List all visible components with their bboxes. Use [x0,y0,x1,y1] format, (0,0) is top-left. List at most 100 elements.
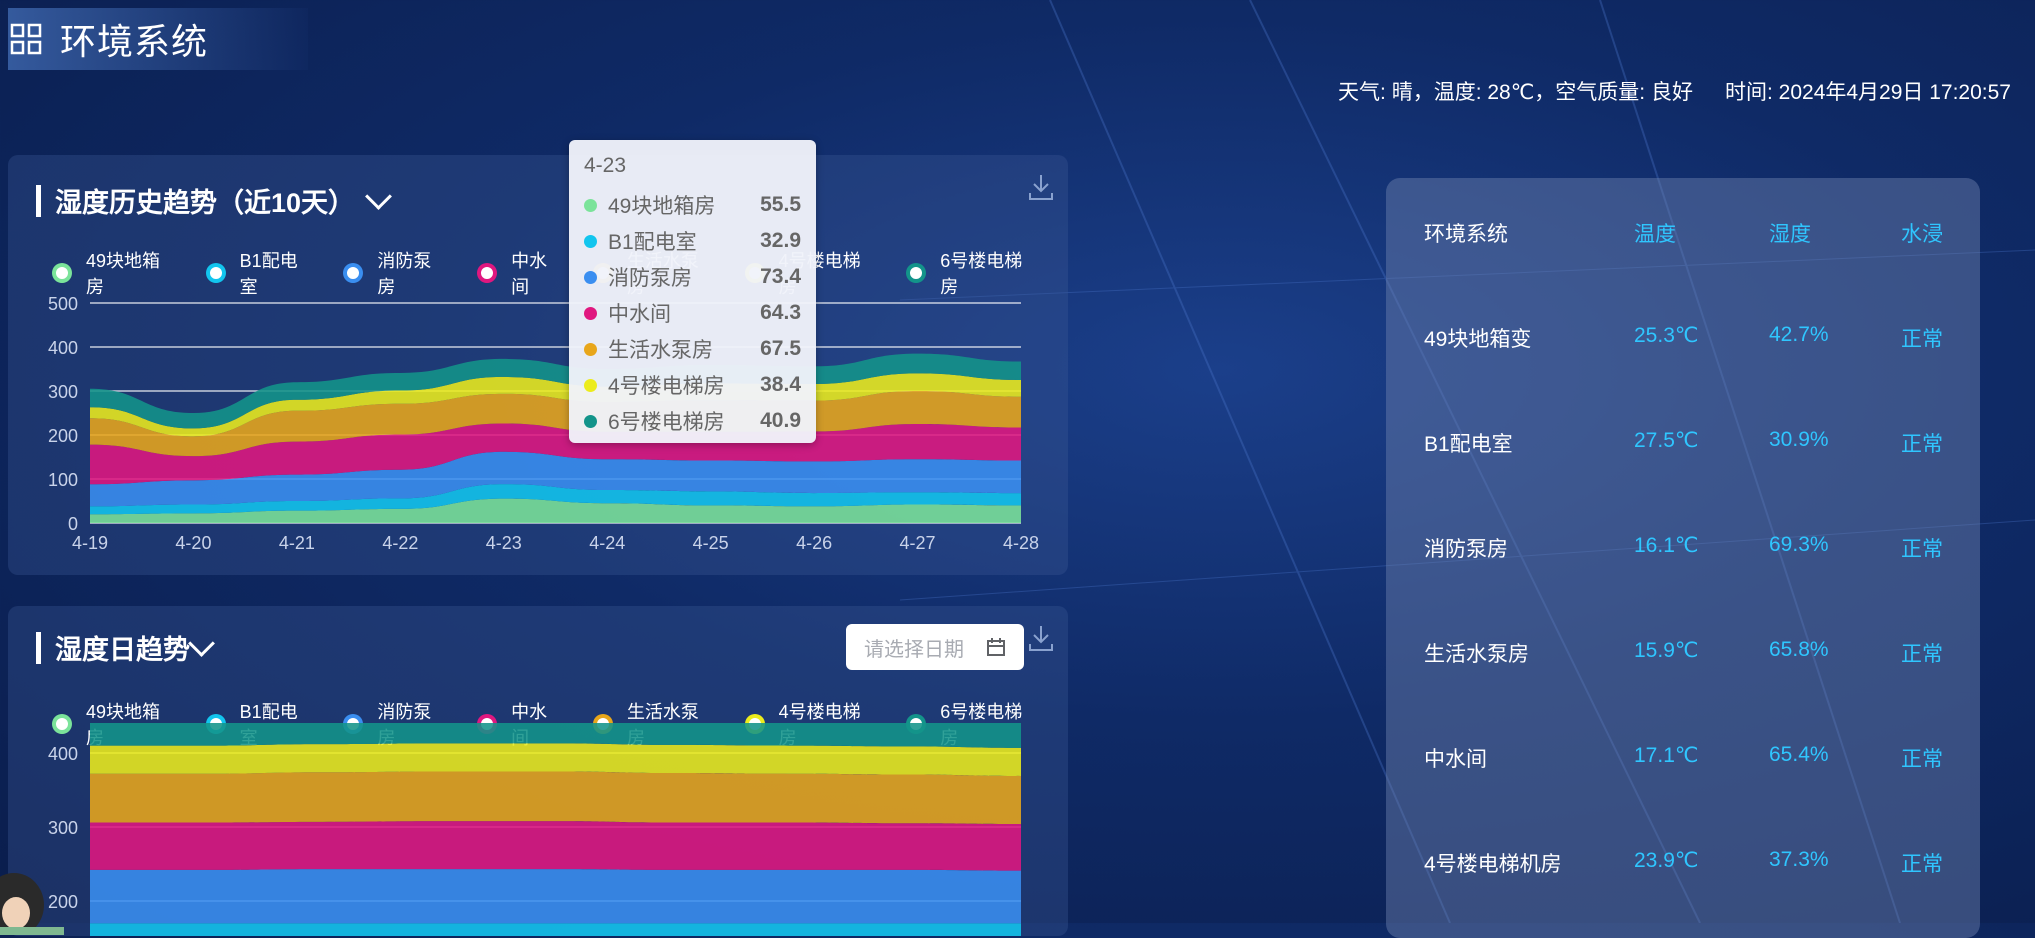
app-header: 环境系统 [8,8,308,70]
x-tick-label: 4-20 [175,533,211,553]
status-line: 天气: 晴，温度: 28℃，空气质量: 良好 时间: 2024年4月29日 17… [1338,76,2011,106]
tooltip-row: 生活水泵房 67.5 [584,334,801,364]
grid-menu-icon[interactable] [10,23,42,55]
water-status: 正常 [1901,748,1943,771]
y-tick-label: 300 [48,382,78,402]
table-row[interactable]: 4号楼电梯机房 23.9℃ 37.3% 正常 [1386,848,1980,888]
tooltip-title: 4-23 [584,154,627,177]
tooltip-series-value: 55.5 [760,193,801,216]
system-name: 49块地箱变 [1424,328,1532,351]
chart-tooltip: 4-23 49块地箱房 55.5 B1配电室 32.9 消防泵房 73.4 中水间 64.3 生… [569,140,816,443]
system-name: 消防泵房 [1424,538,1508,561]
tooltip-row: B1配电室 32.9 [584,226,801,256]
y-tick-label: 500 [48,294,78,314]
system-name: 中水间 [1424,748,1487,771]
x-tick-label: 4-26 [796,533,832,553]
tooltip-series-name: 4号楼电梯房 [608,375,725,398]
tooltip-series-value: 38.4 [760,373,801,396]
tooltip-series-value: 64.3 [760,301,801,324]
header-temperature: 温度 [1634,223,1676,246]
header-water: 水浸 [1901,223,1943,246]
area-series[interactable] [90,743,1021,776]
area-series[interactable] [90,869,1021,924]
x-tick-label: 4-27 [900,533,936,553]
humidity-value: 65.8% [1769,638,1829,661]
header-humidity: 湿度 [1769,223,1811,246]
tooltip-series-name: 消防泵房 [608,267,692,290]
table-row[interactable]: 49块地箱变 25.3℃ 42.7% 正常 [1386,323,1980,363]
tooltip-series-name: 生活水泵房 [608,339,713,362]
weather-text: 天气: 晴，温度: 28℃，空气质量: 良好 [1338,81,1693,104]
table-row[interactable]: 消防泵房 16.1℃ 69.3% 正常 [1386,533,1980,573]
system-name: 4号楼电梯机房 [1424,853,1562,876]
tooltip-row: 4号楼电梯房 38.4 [584,370,801,400]
area-series[interactable] [90,821,1021,871]
y-tick-label: 0 [68,514,78,534]
humidity-daily-chart[interactable]: 200300400 [8,606,1068,936]
temperature-value: 17.1℃ [1634,744,1699,767]
table-header: 环境系统 温度 湿度 水浸 [1386,218,1980,258]
humidity-daily-panel: 湿度日趋势 请选择日期 49块地箱房 B1配电室 消防泵房 中水间 生活水泵房 … [8,606,1068,936]
tooltip-row: 中水间 64.3 [584,298,801,328]
tooltip-row: 6号楼电梯房 40.9 [584,406,801,436]
tooltip-row: 消防泵房 73.4 [584,262,801,292]
tooltip-series-value: 67.5 [760,337,801,360]
tooltip-row: 49块地箱房 55.5 [584,190,801,220]
humidity-value: 69.3% [1769,533,1829,556]
tooltip-dot [584,198,597,212]
water-status: 正常 [1901,643,1943,666]
temperature-value: 16.1℃ [1634,534,1699,557]
x-tick-label: 4-19 [72,533,108,553]
temperature-value: 25.3℃ [1634,324,1699,347]
humidity-history-panel: 湿度历史趋势（近10天） 49块地箱房 B1配电室 消防泵房 中水间 生活水泵房… [8,155,1068,575]
water-status: 正常 [1901,433,1943,456]
header-system: 环境系统 [1424,223,1508,246]
temperature-value: 15.9℃ [1634,639,1699,662]
y-tick-label: 400 [48,744,78,764]
x-tick-label: 4-24 [589,533,625,553]
tooltip-series-value: 73.4 [760,265,801,288]
temperature-value: 27.5℃ [1634,429,1699,452]
tooltip-dot [584,306,597,320]
tooltip-series-name: B1配电室 [608,231,697,254]
area-series[interactable] [90,771,1021,825]
time-text: 时间: 2024年4月29日 17:20:57 [1724,81,2011,104]
x-tick-label: 4-23 [486,533,522,553]
temperature-value: 23.9℃ [1634,849,1699,872]
humidity-value: 65.4% [1769,743,1829,766]
page-title: 环境系统 [60,21,209,62]
humidity-history-chart[interactable]: 0 100 200 300 400 500 4-19 4-20 4-21 4-22 4-23 4-24… [8,155,1068,575]
environment-table: 环境系统 温度 湿度 水浸 49块地箱变 25.3℃ 42.7% 正常 B1配电室 27.… [1386,178,1980,938]
humidity-value: 30.9% [1769,428,1829,451]
tooltip-series-name: 49块地箱房 [608,195,716,218]
x-tick-label: 4-25 [693,533,729,553]
tooltip-dot [584,342,597,356]
tooltip-series-value: 40.9 [760,409,801,432]
tooltip-dot [584,414,597,428]
y-tick-label: 200 [48,426,78,446]
y-tick-label: 300 [48,818,78,838]
table-row[interactable]: B1配电室 27.5℃ 30.9% 正常 [1386,428,1980,468]
area-series[interactable] [90,923,1021,936]
system-name: 生活水泵房 [1424,643,1529,666]
tooltip-series-value: 32.9 [760,229,801,252]
system-name: B1配电室 [1424,433,1513,456]
humidity-value: 42.7% [1769,323,1829,346]
x-tick-label: 4-21 [279,533,315,553]
water-status: 正常 [1901,328,1943,351]
tooltip-dot [584,378,597,392]
humidity-value: 37.3% [1769,848,1829,871]
x-tick-label: 4-28 [1003,533,1039,553]
x-tick-label: 4-22 [382,533,418,553]
tooltip-dot [584,270,597,284]
y-tick-label: 400 [48,338,78,358]
table-row[interactable]: 生活水泵房 15.9℃ 65.8% 正常 [1386,638,1980,678]
table-row[interactable]: 中水间 17.1℃ 65.4% 正常 [1386,743,1980,783]
tooltip-series-name: 中水间 [608,303,671,326]
tooltip-dot [584,234,597,248]
y-tick-label: 100 [48,470,78,490]
water-status: 正常 [1901,853,1943,876]
water-status: 正常 [1901,538,1943,561]
tooltip-series-name: 6号楼电梯房 [608,411,725,434]
avatar [0,873,64,935]
